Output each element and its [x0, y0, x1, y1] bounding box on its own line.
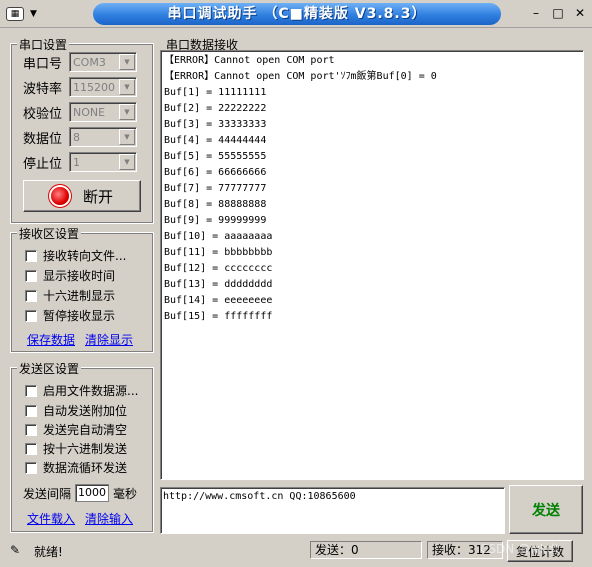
rx-option-to-file[interactable]: 接收转向文件... — [25, 247, 126, 264]
tx-option-auto-clear[interactable]: 发送完自动清空 — [25, 421, 127, 438]
checkbox[interactable] — [25, 461, 37, 474]
checkbox[interactable] — [25, 249, 37, 262]
chevron-down-icon[interactable]: ▼ — [119, 104, 135, 120]
clear-input-link[interactable]: 清除输入 — [85, 510, 133, 527]
list-item: Buf[3] = 33333333 — [164, 119, 267, 130]
window-title: 串口调试助手 （C■精装版 V3.8.3） — [93, 3, 501, 25]
checkbox[interactable] — [25, 404, 37, 417]
maximize-icon[interactable]: □ — [550, 6, 566, 22]
port-row: 串口号 COM3 ▼ — [23, 52, 137, 72]
rx-option-pause[interactable]: 暂停接收显示 — [25, 307, 115, 324]
chevron-down-icon[interactable]: ▼ — [119, 54, 135, 70]
connect-toggle-label: 断开 — [82, 187, 113, 206]
status-bar: ✎ 就绪! 发送：0 接收：312 复位计数 CSDN @wkdt — [0, 539, 592, 567]
receive-settings-group: 接收区设置 接收转向文件... 显示接收时间 十六进制显示 暂停接收显示 保存数… — [10, 225, 154, 353]
baud-row: 波特率 115200 ▼ — [23, 77, 137, 97]
checkbox[interactable] — [25, 309, 37, 322]
stopbits-select[interactable]: 1 ▼ — [69, 152, 137, 172]
databits-select[interactable]: 8 ▼ — [69, 127, 137, 147]
list-item: Buf[6] = 66666666 — [164, 167, 267, 178]
checkbox[interactable] — [25, 289, 37, 302]
send-textarea[interactable]: http://www.cmsoft.cn QQ:10865600 — [160, 487, 505, 534]
list-item: Buf[15] = ffffffff — [164, 311, 273, 322]
checkbox[interactable] — [25, 269, 37, 282]
list-item: Buf[12] = cccccccc — [164, 263, 273, 274]
list-item: Buf[9] = 99999999 — [164, 215, 267, 226]
tx-option-file-source[interactable]: 启用文件数据源... — [25, 382, 138, 399]
status-icon: ✎ — [10, 543, 21, 557]
list-item: Buf[7] = 77777777 — [164, 183, 267, 194]
app-icon[interactable]: ▦ — [6, 7, 24, 21]
list-item: Buf[5] = 55555555 — [164, 151, 267, 162]
list-item: Buf[14] = eeeeeeee — [164, 295, 273, 306]
tx-option-loop[interactable]: 数据流循环发送 — [25, 459, 127, 476]
list-item: Buf[8] = 88888888 — [164, 199, 267, 210]
parity-row: 校验位 NONE ▼ — [23, 102, 137, 122]
receive-textarea[interactable]: 【ERROR】Cannot open COM port 【ERROR】Canno… — [160, 50, 584, 480]
close-icon[interactable]: ✕ — [572, 6, 588, 22]
load-file-link[interactable]: 文件载入 — [27, 510, 75, 527]
connect-toggle-button[interactable]: 断开 — [23, 180, 141, 212]
baud-label: 波特率 — [23, 81, 63, 97]
tx-option-hex[interactable]: 按十六进制发送 — [25, 440, 127, 457]
chevron-down-icon[interactable]: ▼ — [119, 154, 135, 170]
list-item: Buf[2] = 22222222 — [164, 103, 267, 114]
chevron-down-icon[interactable]: ▼ — [119, 129, 135, 145]
stopbits-row: 停止位 1 ▼ — [23, 152, 137, 172]
serial-settings-title: 串口设置 — [17, 36, 70, 53]
stopbits-label: 停止位 — [23, 156, 63, 172]
send-settings-group: 发送区设置 启用文件数据源... 自动发送附加位 发送完自动清空 按十六进制发送… — [10, 360, 154, 533]
list-item: Buf[10] = aaaaaaaa — [164, 231, 273, 242]
send-interval-unit: 毫秒 — [113, 486, 138, 501]
send-interval-input[interactable]: 1000 — [75, 484, 110, 502]
clear-display-link[interactable]: 清除显示 — [85, 331, 133, 348]
list-item: Buf[13] = dddddddd — [164, 279, 273, 290]
list-item: Buf[1] = 11111111 — [164, 87, 267, 98]
parity-label: 校验位 — [23, 106, 63, 122]
send-button-label: 发送 — [532, 502, 560, 519]
parity-select[interactable]: NONE ▼ — [69, 102, 137, 122]
list-item: Buf[11] = bbbbbbbb — [164, 247, 273, 258]
databits-label: 数据位 — [23, 131, 63, 147]
status-ready-text: 就绪! — [34, 545, 63, 559]
watermark-text: CSDN @wkdt — [480, 542, 560, 556]
checkbox[interactable] — [25, 384, 37, 397]
rx-option-hex[interactable]: 十六进制显示 — [25, 287, 115, 304]
send-interval-row: 发送间隔 1000 毫秒 — [23, 484, 137, 502]
list-item: Buf[4] = 44444444 — [164, 135, 267, 146]
send-text: http://www.cmsoft.cn QQ:10865600 — [163, 491, 356, 502]
serial-settings-group: 串口设置 串口号 COM3 ▼ 波特率 115200 ▼ 校验位 NONE ▼ … — [10, 36, 154, 224]
system-menu[interactable]: ▦ ▼ — [6, 5, 58, 23]
minimize-icon[interactable]: – — [528, 6, 544, 22]
port-select[interactable]: COM3 ▼ — [69, 52, 137, 72]
receive-settings-title: 接收区设置 — [17, 225, 82, 242]
list-item: 【ERROR】Cannot open COM port'ｿﾌm飯第Buf[0] … — [164, 71, 437, 82]
databits-row: 数据位 8 ▼ — [23, 127, 137, 147]
status-led-icon — [50, 187, 69, 205]
chevron-down-icon[interactable]: ▼ — [119, 79, 135, 95]
save-data-link[interactable]: 保存数据 — [27, 331, 75, 348]
title-bar[interactable]: ▦ ▼ 串口调试助手 （C■精装版 V3.8.3） – □ ✕ — [0, 0, 592, 28]
send-interval-label: 发送间隔 — [23, 486, 72, 501]
rx-option-show-time[interactable]: 显示接收时间 — [25, 267, 115, 284]
tx-option-append[interactable]: 自动发送附加位 — [25, 402, 127, 419]
send-button[interactable]: 发送 — [509, 485, 583, 534]
port-label: 串口号 — [23, 56, 63, 72]
checkbox[interactable] — [25, 442, 37, 455]
chevron-down-icon[interactable]: ▼ — [30, 9, 37, 19]
checkbox[interactable] — [25, 423, 37, 436]
list-item: 【ERROR】Cannot open COM port — [164, 55, 335, 66]
send-settings-title: 发送区设置 — [17, 360, 82, 377]
baud-select[interactable]: 115200 ▼ — [69, 77, 137, 97]
sent-count: 发送：0 — [310, 541, 422, 559]
